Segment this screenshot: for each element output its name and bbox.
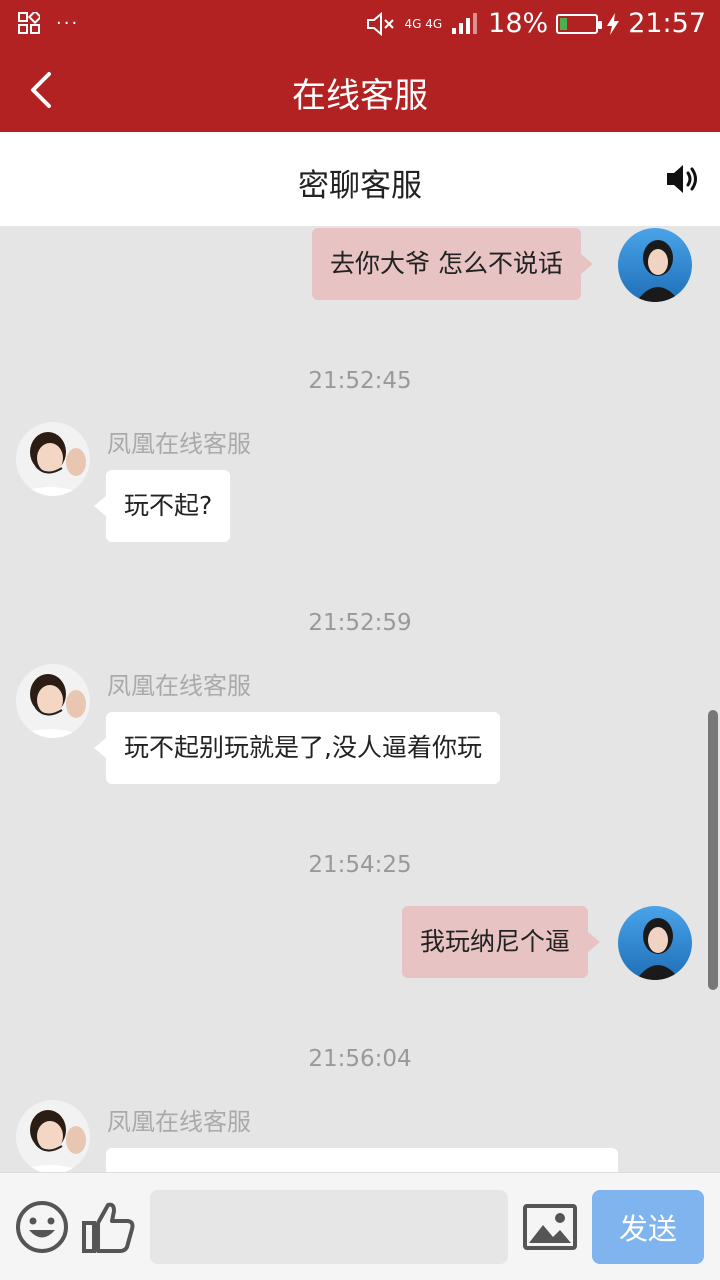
thumbs-up-icon[interactable]	[80, 1199, 136, 1255]
agent-avatar[interactable]	[16, 664, 90, 738]
network-type-label: 4G 4G	[404, 16, 443, 31]
message-timestamp: 21:52:45	[308, 368, 412, 394]
app-grid-icon	[18, 12, 40, 34]
message-bubble-incoming[interactable]: 玩不起别玩就是了,没人逼着你玩	[94, 712, 500, 784]
message-bubble-incoming[interactable]: 玩不起?	[93, 470, 231, 542]
chat-header: 密聊客服	[0, 132, 720, 226]
mute-icon	[367, 11, 395, 36]
chat-messages[interactable]: 去你大爷 怎么不说话 21:52:45 凤凰在线客服 玩不起? 21:52:59…	[0, 226, 720, 1172]
chat-title: 密聊客服	[298, 168, 422, 204]
sender-name: 凤凰在线客服	[107, 430, 251, 458]
message-bubble-incoming[interactable]	[106, 1148, 618, 1172]
battery-fill	[560, 17, 568, 30]
battery-icon	[556, 13, 603, 34]
user-avatar[interactable]	[618, 906, 692, 980]
send-button[interactable]: 发送	[592, 1190, 704, 1264]
message-input[interactable]	[150, 1190, 508, 1264]
user-avatar[interactable]	[618, 228, 692, 302]
more-dots-icon: ···	[56, 12, 80, 34]
status-bar: ··· 4G 4G 18% 21:57	[0, 0, 720, 48]
battery-percent: 18%	[488, 8, 549, 39]
input-bar: 发送	[0, 1172, 720, 1280]
message-timestamp: 21:54:25	[308, 852, 412, 878]
charging-icon	[607, 12, 620, 35]
signal-icon	[452, 12, 478, 34]
chat-scrollbar[interactable]	[708, 226, 718, 1172]
image-icon[interactable]	[522, 1199, 578, 1255]
status-time: 21:57	[628, 8, 706, 39]
agent-avatar[interactable]	[16, 422, 90, 496]
agent-avatar[interactable]	[16, 1100, 90, 1172]
scrollbar-thumb[interactable]	[708, 710, 718, 990]
emoji-icon[interactable]	[14, 1199, 70, 1255]
message-timestamp: 21:56:04	[308, 1046, 412, 1072]
sender-name: 凤凰在线客服	[107, 672, 251, 700]
page-title: 在线客服	[292, 76, 428, 116]
message-bubble-outgoing[interactable]: 去你大爷 怎么不说话	[312, 228, 593, 300]
message-bubble-outgoing[interactable]: 我玩纳尼个逼	[402, 906, 601, 978]
sender-name: 凤凰在线客服	[107, 1108, 251, 1136]
speaker-icon[interactable]	[664, 160, 702, 198]
message-timestamp: 21:52:59	[308, 610, 412, 636]
title-bar: 在线客服	[0, 48, 720, 132]
